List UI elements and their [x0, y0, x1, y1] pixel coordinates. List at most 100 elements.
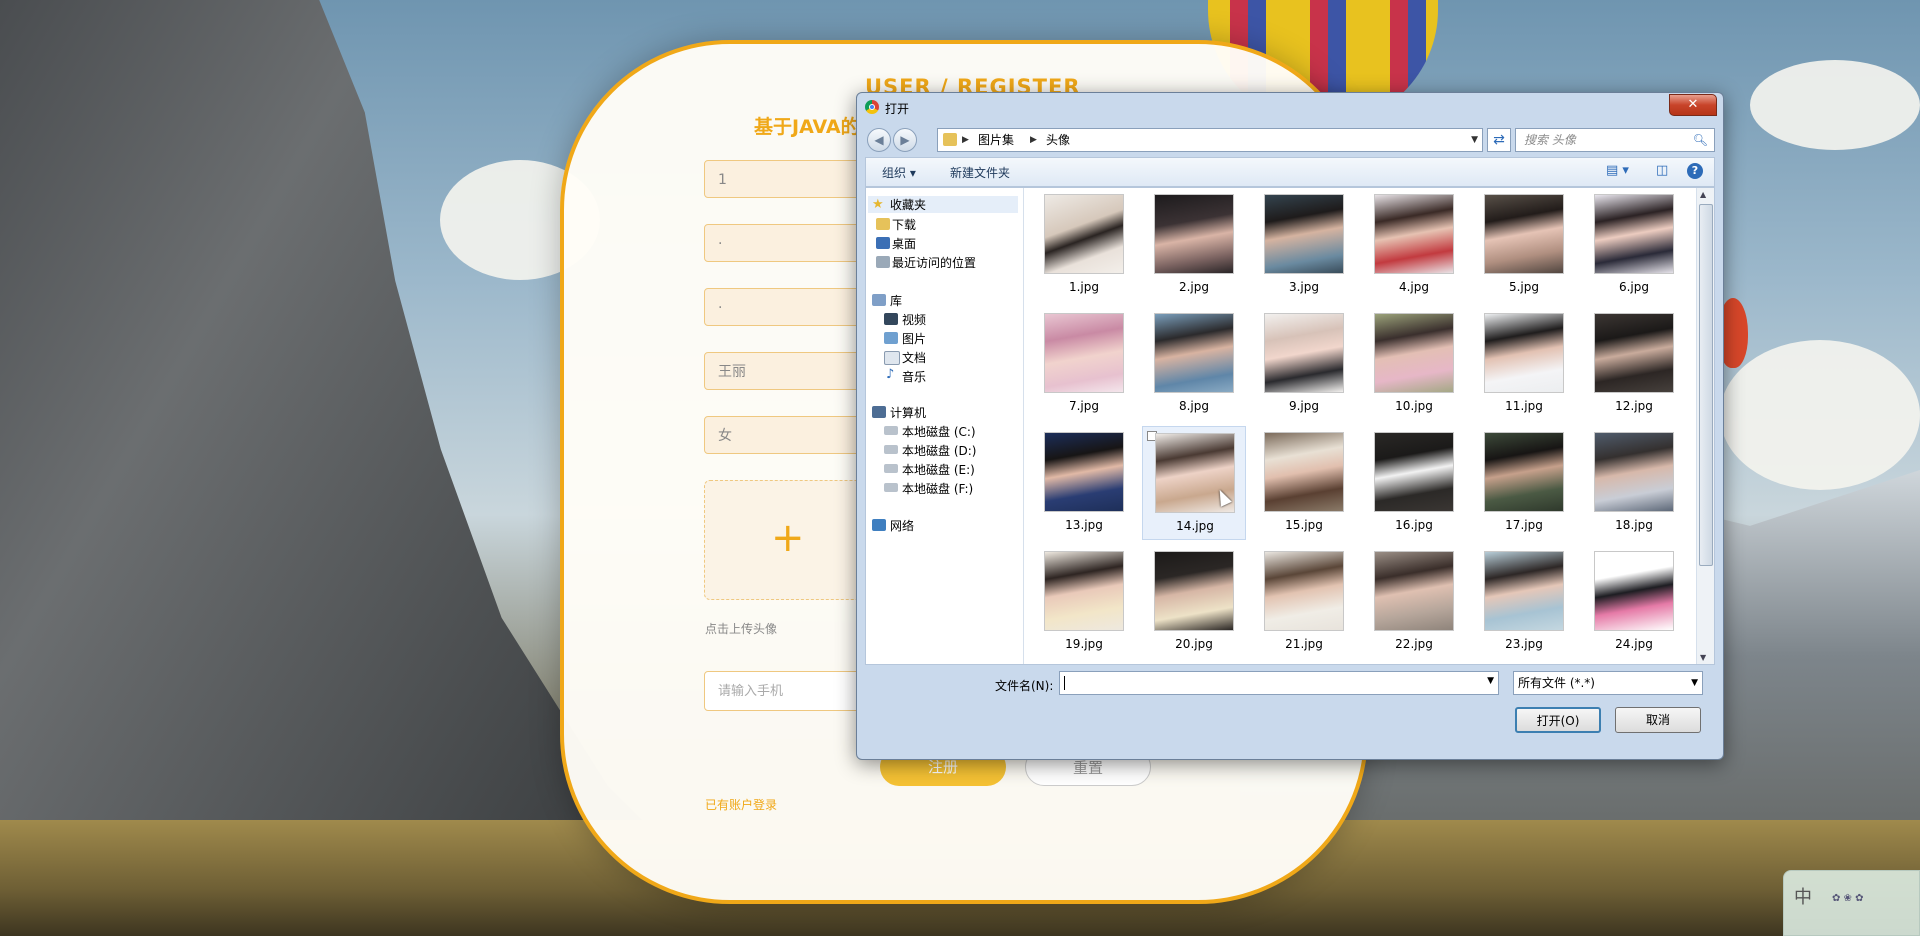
- folder-icon: [943, 133, 957, 146]
- login-link[interactable]: 已有账户登录: [705, 796, 777, 813]
- file-item[interactable]: 5.jpg: [1472, 188, 1576, 302]
- nav-label: 最近访问的位置: [892, 256, 977, 270]
- chevron-down-icon[interactable]: ▼: [1691, 672, 1698, 694]
- file-item[interactable]: 4.jpg: [1362, 188, 1466, 302]
- nav-music[interactable]: ♪ 音乐: [886, 367, 927, 385]
- background-cloud: [1750, 60, 1920, 150]
- file-name: 12.jpg: [1615, 399, 1653, 413]
- cancel-button[interactable]: 取消: [1615, 707, 1701, 733]
- file-item[interactable]: 14.jpg: [1142, 426, 1246, 540]
- search-icon[interactable]: 🔍︎: [1693, 129, 1708, 151]
- file-open-dialog: 打开 ✕ ◀ ▶ ▶ 图片集 ▶ 头像 ▼ ⇄ 搜索 头像 🔍︎ 组织 ▾ 新建…: [856, 92, 1724, 760]
- breadcrumb-item[interactable]: 头像: [1046, 129, 1070, 151]
- file-item[interactable]: 6.jpg: [1582, 188, 1686, 302]
- chevron-down-icon[interactable]: ▼: [1471, 129, 1478, 151]
- nav-computer[interactable]: 计算机: [872, 404, 926, 421]
- nav-libraries[interactable]: 库: [872, 292, 902, 309]
- file-item[interactable]: 7.jpg: [1032, 307, 1136, 421]
- refresh-icon[interactable]: ⇄: [1487, 128, 1511, 152]
- thumbnail-image: [1044, 194, 1124, 274]
- help-icon[interactable]: ?: [1687, 163, 1703, 179]
- thumbnail-image: [1594, 313, 1674, 393]
- thumbnail-image: [1594, 194, 1674, 274]
- file-name: 16.jpg: [1395, 518, 1433, 532]
- file-item[interactable]: 19.jpg: [1032, 545, 1136, 659]
- password-input[interactable]: ·: [704, 224, 864, 262]
- phone-input[interactable]: 请输入手机: [704, 671, 864, 711]
- dialog-titlebar[interactable]: 打开 ✕: [857, 93, 1723, 121]
- thumbnail-image: [1264, 551, 1344, 631]
- confirm-password-input[interactable]: ·: [704, 288, 864, 326]
- nav-drive-c[interactable]: 本地磁盘 (C:): [884, 423, 976, 440]
- file-item[interactable]: 18.jpg: [1582, 426, 1686, 540]
- breadcrumb-item[interactable]: 图片集: [978, 129, 1014, 151]
- nav-label: 音乐: [902, 370, 927, 384]
- thumbnail-image: [1044, 432, 1124, 512]
- username-input[interactable]: 1: [704, 160, 864, 198]
- chevron-down-icon[interactable]: ▼: [1487, 676, 1494, 686]
- breadcrumb-separator-icon[interactable]: ▶: [962, 129, 969, 151]
- nav-desktop[interactable]: 桌面: [876, 235, 916, 252]
- file-item[interactable]: 22.jpg: [1362, 545, 1466, 659]
- breadcrumb[interactable]: ▶ 图片集 ▶ 头像 ▼: [937, 128, 1483, 152]
- forward-arrow-icon[interactable]: ▶: [893, 128, 917, 152]
- file-item[interactable]: 13.jpg: [1032, 426, 1136, 540]
- nav-drive-e[interactable]: 本地磁盘 (E:): [884, 461, 975, 478]
- nav-documents[interactable]: 文档: [884, 349, 926, 366]
- file-item[interactable]: 15.jpg: [1252, 426, 1356, 540]
- search-input[interactable]: 搜索 头像 🔍︎: [1515, 128, 1715, 152]
- nav-downloads[interactable]: 下载: [876, 216, 916, 233]
- close-button[interactable]: ✕: [1669, 94, 1717, 116]
- thumbnail-image: [1484, 432, 1564, 512]
- preview-pane-icon[interactable]: ◫: [1656, 163, 1668, 178]
- nav-videos[interactable]: 视频: [884, 311, 926, 328]
- new-folder-button[interactable]: 新建文件夹: [950, 164, 1010, 181]
- document-icon: [884, 351, 900, 365]
- view-menu-icon[interactable]: ▤ ▾: [1606, 163, 1629, 178]
- file-item[interactable]: 12.jpg: [1582, 307, 1686, 421]
- gender-input[interactable]: 女: [704, 416, 864, 454]
- thumbnail-image: [1154, 194, 1234, 274]
- nav-drive-d[interactable]: 本地磁盘 (D:): [884, 442, 976, 459]
- nav-favorites[interactable]: ★ 收藏夹: [868, 196, 1018, 213]
- file-item[interactable]: 11.jpg: [1472, 307, 1576, 421]
- filetype-select[interactable]: 所有文件 (*.*) ▼: [1513, 671, 1703, 695]
- file-name: 24.jpg: [1615, 637, 1653, 651]
- nav-label: 图片: [902, 332, 927, 346]
- file-item[interactable]: 23.jpg: [1472, 545, 1576, 659]
- file-item[interactable]: 21.jpg: [1252, 545, 1356, 659]
- file-item[interactable]: 17.jpg: [1472, 426, 1576, 540]
- thumbnail-image: [1154, 551, 1234, 631]
- scroll-up-icon[interactable]: ▲: [1700, 190, 1706, 199]
- file-item[interactable]: 3.jpg: [1252, 188, 1356, 302]
- vertical-scrollbar[interactable]: ▲ ▼: [1696, 188, 1714, 664]
- card-subtitle: 基于JAVA的: [754, 116, 859, 138]
- file-item[interactable]: 1.jpg: [1032, 188, 1136, 302]
- ime-toolbar[interactable]: 中 ✿ ❀ ✿: [1783, 870, 1920, 936]
- nav-drive-f[interactable]: 本地磁盘 (F:): [884, 480, 973, 497]
- recent-places-icon: [876, 256, 890, 268]
- nav-network[interactable]: 网络: [872, 517, 914, 534]
- file-item[interactable]: 2.jpg: [1142, 188, 1246, 302]
- nav-pictures[interactable]: 图片: [884, 330, 927, 347]
- file-item[interactable]: 10.jpg: [1362, 307, 1466, 421]
- open-button[interactable]: 打开(O): [1515, 707, 1601, 733]
- nav-label: 本地磁盘 (E:): [902, 463, 975, 477]
- nav-label: 收藏夹: [890, 198, 927, 212]
- filename-input[interactable]: ▼: [1059, 671, 1499, 695]
- file-item[interactable]: 24.jpg: [1582, 545, 1686, 659]
- ime-mode-indicator[interactable]: 中: [1794, 883, 1812, 909]
- nav-recent[interactable]: 最近访问的位置: [876, 254, 977, 271]
- name-input[interactable]: 王丽: [704, 352, 864, 390]
- file-name: 2.jpg: [1178, 280, 1210, 294]
- file-item[interactable]: 9.jpg: [1252, 307, 1356, 421]
- scroll-down-icon[interactable]: ▼: [1700, 653, 1706, 662]
- organize-menu[interactable]: 组织 ▾: [882, 164, 916, 181]
- breadcrumb-separator-icon[interactable]: ▶: [1030, 129, 1037, 151]
- back-arrow-icon[interactable]: ◀: [867, 128, 891, 152]
- file-name: 14.jpg: [1176, 519, 1214, 533]
- file-item[interactable]: 16.jpg: [1362, 426, 1466, 540]
- file-item[interactable]: 8.jpg: [1142, 307, 1246, 421]
- file-item[interactable]: 20.jpg: [1142, 545, 1246, 659]
- scrollbar-thumb[interactable]: [1699, 204, 1713, 566]
